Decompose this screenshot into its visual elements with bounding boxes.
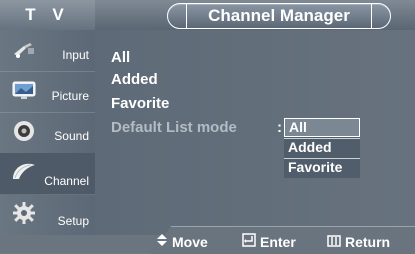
sidebar-item-label: Input [62, 48, 89, 62]
menu-item-added[interactable]: Added [111, 71, 158, 88]
header-bar: T V Channel Manager [0, 0, 415, 30]
colon-separator: : [277, 119, 282, 136]
default-list-mode-label[interactable]: Default List mode [111, 119, 237, 136]
dropdown-option-all[interactable]: All [284, 118, 360, 137]
enter-icon [242, 232, 256, 252]
sidebar: Input Picture Sound Channel Setup [0, 30, 95, 235]
input-plug-icon [11, 40, 37, 62]
speaker-icon [11, 120, 37, 142]
dropdown-option-added[interactable]: Added [284, 138, 360, 157]
tv-label: T V [0, 0, 95, 30]
sidebar-item-label: Channel [44, 174, 89, 188]
sidebar-item-picture[interactable]: Picture [0, 71, 95, 113]
enter-hint: Enter [242, 232, 296, 252]
up-down-arrow-icon [156, 232, 168, 252]
sidebar-item-label: Sound [54, 129, 89, 143]
main-panel: All Added Favorite Default List mode : A… [95, 30, 415, 235]
sidebar-item-label: Picture [51, 89, 89, 103]
menu-item-all[interactable]: All [111, 49, 130, 66]
title-pill: Channel Manager [167, 3, 391, 29]
tv-osd-screen: T V Channel Manager Input Picture Sound … [0, 0, 415, 254]
return-label: Return [345, 234, 391, 250]
gear-icon [11, 202, 37, 224]
menu-item-favorite[interactable]: Favorite [111, 95, 169, 112]
page-title: Channel Manager [208, 6, 350, 25]
sidebar-item-label: Setup [57, 214, 89, 228]
sidebar-item-sound[interactable]: Sound [0, 112, 95, 154]
move-label: Move [172, 234, 208, 250]
return-hint: Return [327, 232, 390, 252]
picture-monitor-icon [11, 79, 37, 101]
sidebar-item-setup[interactable]: Setup [0, 194, 95, 235]
sidebar-item-input[interactable]: Input [0, 30, 95, 72]
satellite-dish-icon [11, 159, 37, 181]
dropdown-option-favorite[interactable]: Favorite [284, 158, 360, 177]
menu-return-icon [327, 232, 341, 252]
default-list-mode-dropdown[interactable]: All Added Favorite [284, 118, 360, 178]
move-hint: Move [156, 232, 208, 252]
enter-label: Enter [260, 234, 296, 250]
sidebar-item-channel[interactable]: Channel [0, 153, 95, 195]
